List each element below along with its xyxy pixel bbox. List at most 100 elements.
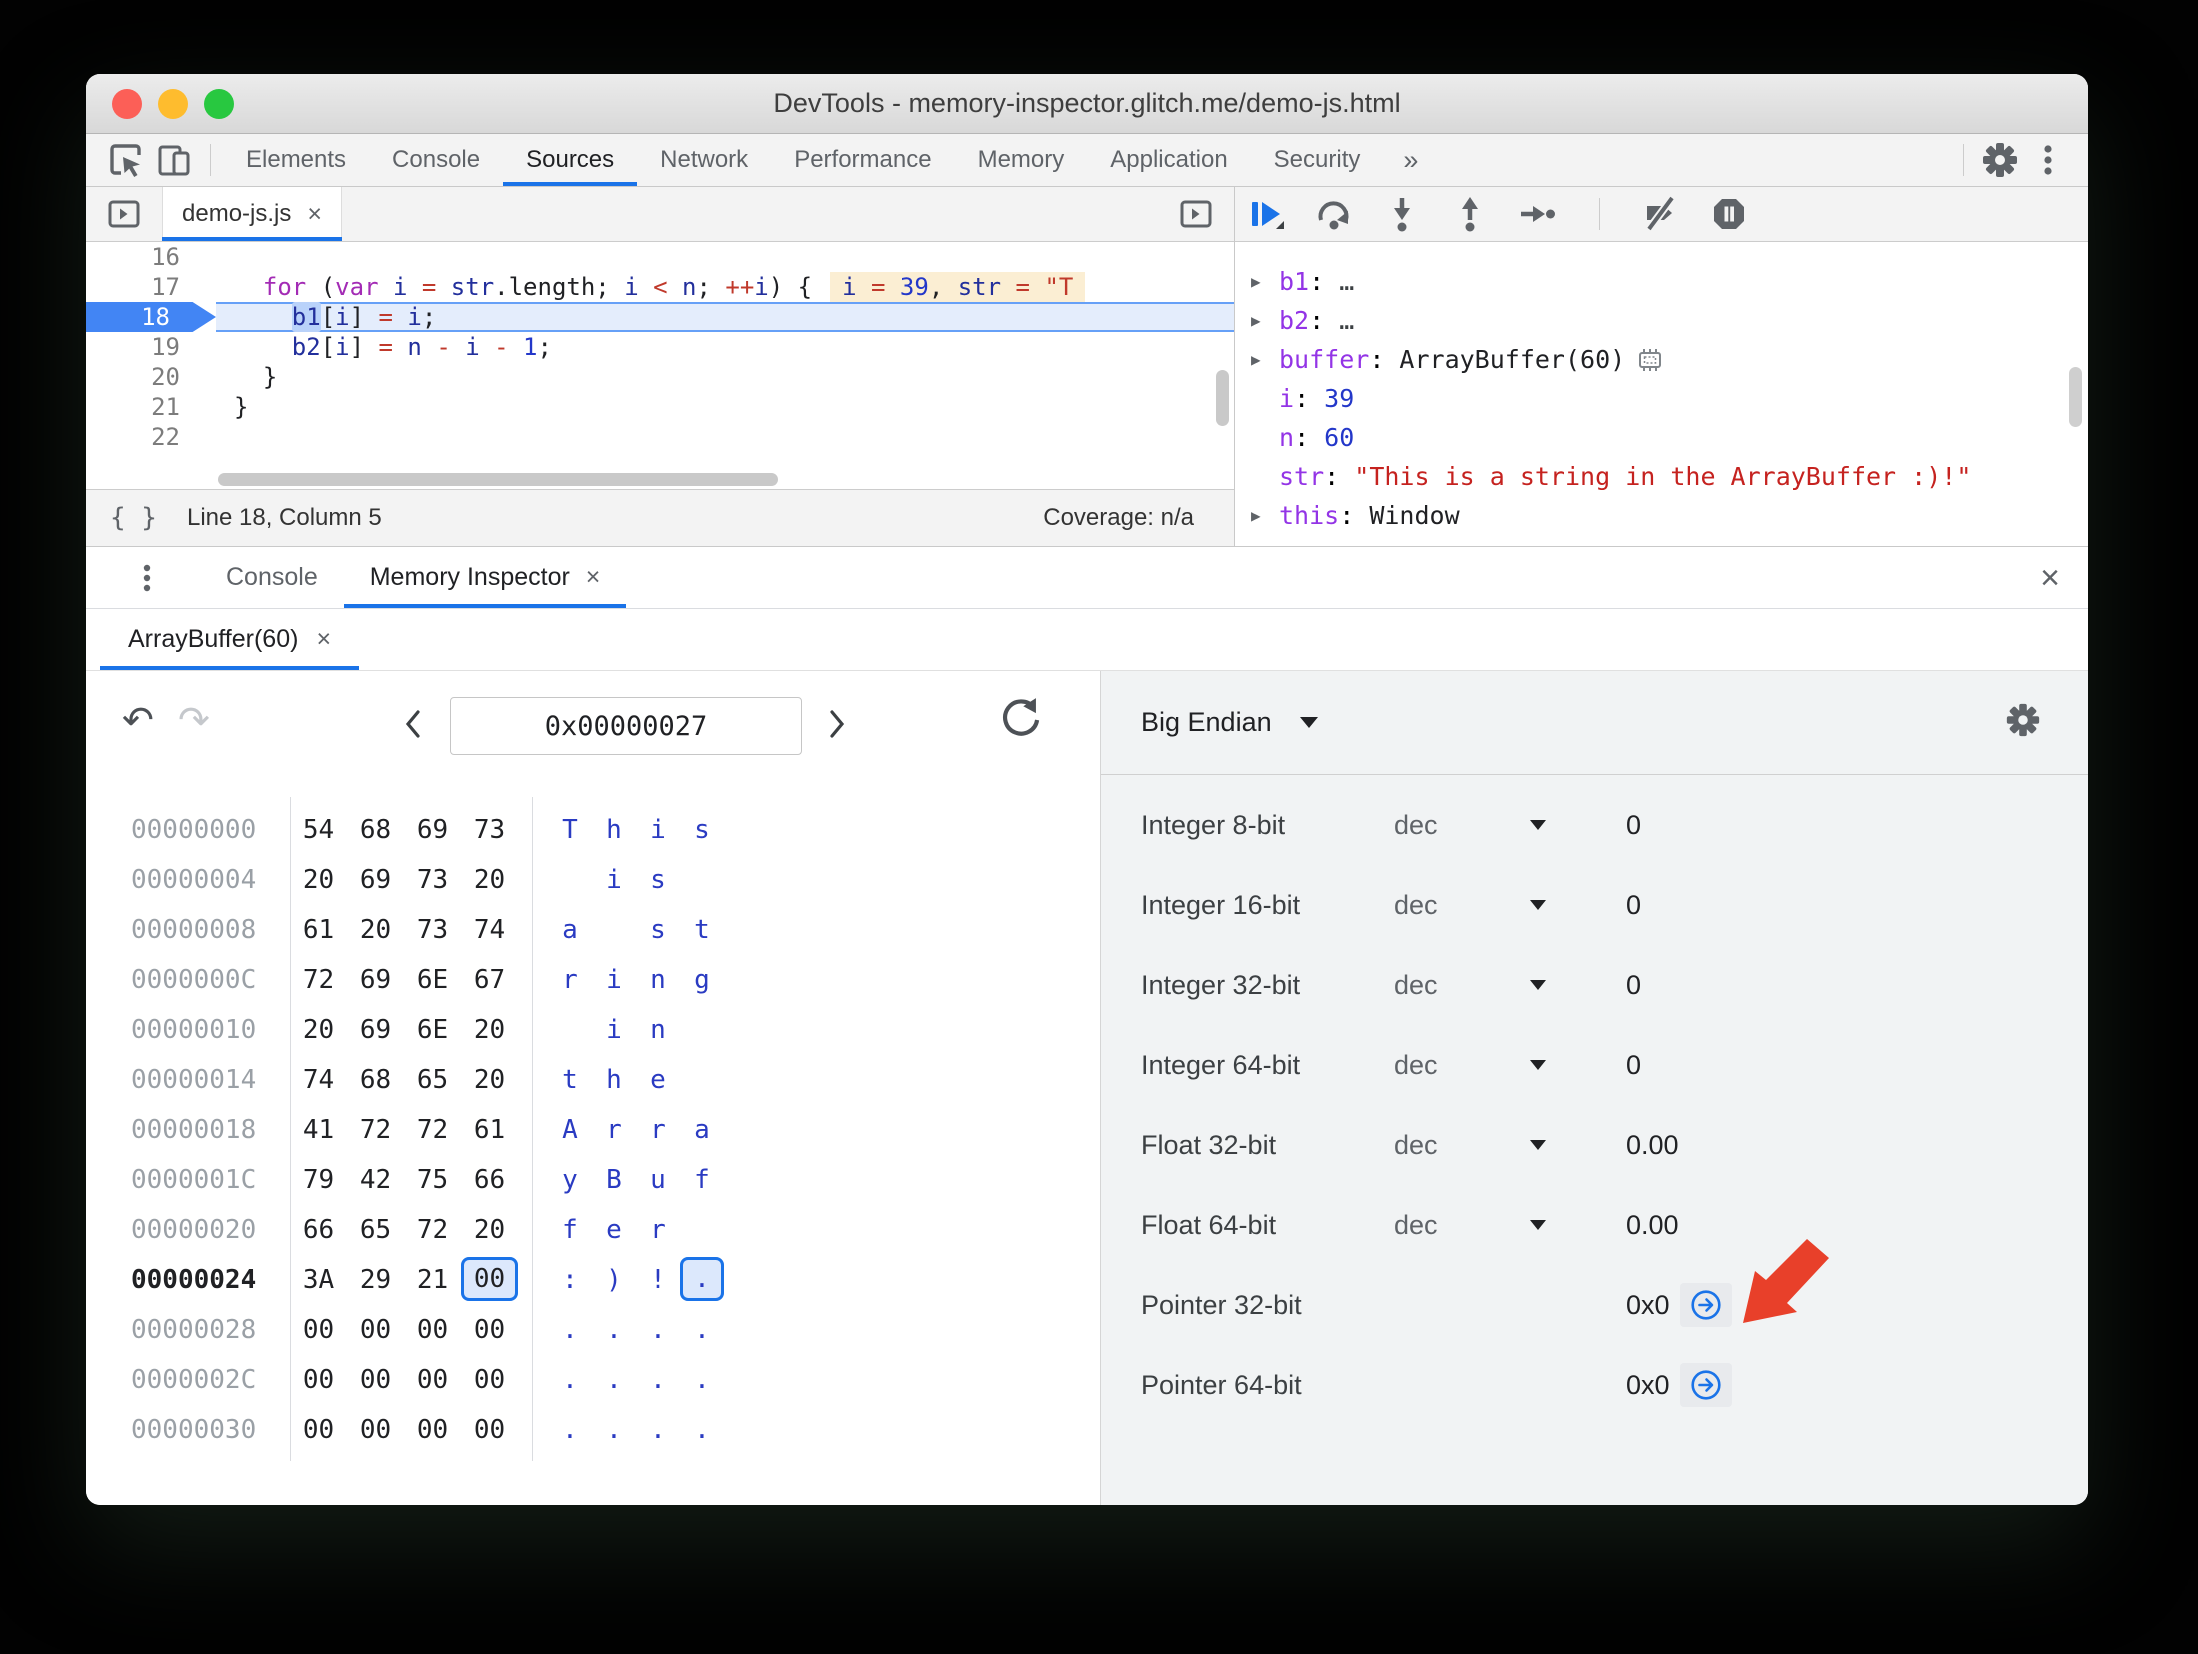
ascii-char[interactable]: a	[680, 1107, 724, 1153]
scope-variable-this[interactable]: ▶ this: Window	[1235, 496, 2088, 535]
code-line-19[interactable]: 19 b2[i] = n - i - 1;	[86, 332, 1234, 362]
hex-byte[interactable]: 68	[347, 1057, 404, 1103]
hex-byte[interactable]: 66	[461, 1157, 518, 1203]
ascii-char[interactable]: s	[636, 907, 680, 953]
hex-byte[interactable]: 74	[290, 1057, 347, 1103]
format-select[interactable]: dec	[1394, 970, 1626, 1001]
ascii-char[interactable]: s	[636, 857, 680, 903]
device-toolbar-icon[interactable]	[153, 139, 195, 181]
ascii-char[interactable]: !	[636, 1257, 680, 1303]
hex-byte[interactable]: 65	[347, 1207, 404, 1253]
step-over-button[interactable]	[1315, 195, 1353, 233]
tab-performance[interactable]: Performance	[771, 134, 954, 186]
ascii-char[interactable]: y	[548, 1157, 592, 1203]
ascii-char[interactable]: i	[636, 807, 680, 853]
redo-navigation-icon[interactable]: ↷	[178, 701, 210, 739]
hex-byte[interactable]: 20	[347, 907, 404, 953]
code-line-18[interactable]: 18 b1[i] = i;	[86, 302, 1234, 332]
vertical-scrollbar[interactable]	[1216, 370, 1229, 426]
ascii-char[interactable]: f	[548, 1207, 592, 1253]
line-number[interactable]: 18	[86, 302, 216, 332]
hex-byte[interactable]: 6E	[404, 1007, 461, 1053]
file-tab-demo-js[interactable]: demo-js.js ×	[162, 187, 342, 241]
code-line-20[interactable]: 20 }	[86, 362, 1234, 392]
navigator-panel-icon[interactable]	[103, 193, 145, 235]
ascii-char[interactable]: .	[592, 1357, 636, 1403]
resume-script-button[interactable]	[1247, 195, 1285, 233]
line-number[interactable]: 21	[86, 392, 216, 422]
ascii-char[interactable]	[548, 857, 592, 903]
hex-byte[interactable]: 20	[290, 1007, 347, 1053]
hex-byte[interactable]: 00	[290, 1407, 347, 1453]
hex-byte[interactable]: 00	[347, 1407, 404, 1453]
ascii-char[interactable]: e	[592, 1207, 636, 1253]
hex-byte[interactable]: 00	[461, 1407, 518, 1453]
ascii-char[interactable]: .	[636, 1307, 680, 1353]
address-input[interactable]	[450, 697, 802, 755]
ascii-char[interactable]: i	[592, 957, 636, 1003]
tab-memory-inspector[interactable]: Memory Inspector ×	[344, 547, 627, 608]
deactivate-breakpoints-button[interactable]	[1642, 195, 1680, 233]
hex-byte[interactable]: 69	[347, 857, 404, 903]
ascii-char[interactable]: .	[548, 1357, 592, 1403]
ascii-char[interactable]: r	[592, 1107, 636, 1153]
code-line-16[interactable]: 16	[86, 242, 1234, 272]
ascii-char[interactable]: h	[592, 1057, 636, 1103]
code-editor[interactable]: 16 17 for (var i = str .length; i < n; ++ i…	[86, 242, 1234, 489]
ascii-char[interactable]: .	[548, 1307, 592, 1353]
hex-byte[interactable]: 3A	[290, 1257, 347, 1303]
ascii-char[interactable]	[680, 1007, 724, 1053]
hex-byte[interactable]: 41	[290, 1107, 347, 1153]
hex-byte[interactable]: 72	[404, 1107, 461, 1153]
hex-byte[interactable]: 73	[404, 907, 461, 953]
line-number[interactable]: 19	[86, 332, 216, 362]
ascii-char[interactable]: .	[636, 1357, 680, 1403]
line-number[interactable]: 20	[86, 362, 216, 392]
ascii-char[interactable]	[680, 857, 724, 903]
ascii-char[interactable]: .	[592, 1307, 636, 1353]
settings-gear-icon[interactable]	[1979, 139, 2021, 181]
scope-variable-b2[interactable]: ▶ b2: …	[1235, 301, 2088, 340]
ascii-char[interactable]: .	[636, 1407, 680, 1453]
memory-icon[interactable]	[1635, 345, 1665, 375]
ascii-char[interactable]: i	[592, 1007, 636, 1053]
ascii-char[interactable]: t	[548, 1057, 592, 1103]
endianness-select[interactable]: Big Endian	[1141, 707, 1318, 738]
code-line-22[interactable]: 22	[86, 422, 1234, 452]
close-icon[interactable]: ×	[307, 200, 322, 229]
hex-byte[interactable]: 00	[461, 1307, 518, 1353]
hex-byte[interactable]: 00	[404, 1407, 461, 1453]
hex-byte[interactable]: 20	[461, 1207, 518, 1253]
ascii-char[interactable]: .	[680, 1407, 724, 1453]
ascii-char[interactable]: h	[592, 807, 636, 853]
tab-memory[interactable]: Memory	[955, 134, 1088, 186]
ascii-char[interactable]: T	[548, 807, 592, 853]
ascii-char[interactable]: n	[636, 1007, 680, 1053]
tab-elements[interactable]: Elements	[223, 134, 369, 186]
pause-on-exceptions-button[interactable]	[1710, 195, 1748, 233]
hex-byte[interactable]: 00	[347, 1357, 404, 1403]
jump-to-address-button[interactable]	[1679, 1363, 1732, 1407]
hex-byte[interactable]: 00	[347, 1307, 404, 1353]
tab-security[interactable]: Security	[1251, 134, 1384, 186]
scope-scrollbar[interactable]	[2069, 367, 2082, 427]
minimize-window-button[interactable]	[158, 88, 188, 119]
tab-console[interactable]: Console	[369, 134, 503, 186]
refresh-icon[interactable]	[998, 697, 1044, 748]
hex-byte[interactable]: 00	[404, 1307, 461, 1353]
more-panels-chevron[interactable]: »	[1383, 145, 1438, 176]
hex-byte[interactable]: 00	[461, 1357, 518, 1403]
maximize-window-button[interactable]	[204, 88, 234, 119]
close-icon[interactable]: ×	[586, 563, 601, 592]
format-select[interactable]: dec	[1394, 810, 1626, 841]
hex-byte[interactable]: 20	[461, 1057, 518, 1103]
ascii-char[interactable]: .	[592, 1407, 636, 1453]
ascii-char[interactable]: )	[592, 1257, 636, 1303]
tab-arraybuffer[interactable]: ArrayBuffer(60) ×	[100, 609, 359, 670]
ascii-char[interactable]: :	[548, 1257, 592, 1303]
hex-byte[interactable]: 00	[290, 1357, 347, 1403]
hex-byte[interactable]: 72	[347, 1107, 404, 1153]
hex-byte[interactable]: 00	[290, 1307, 347, 1353]
ascii-char[interactable]: f	[680, 1157, 724, 1203]
hex-byte[interactable]: 65	[404, 1057, 461, 1103]
